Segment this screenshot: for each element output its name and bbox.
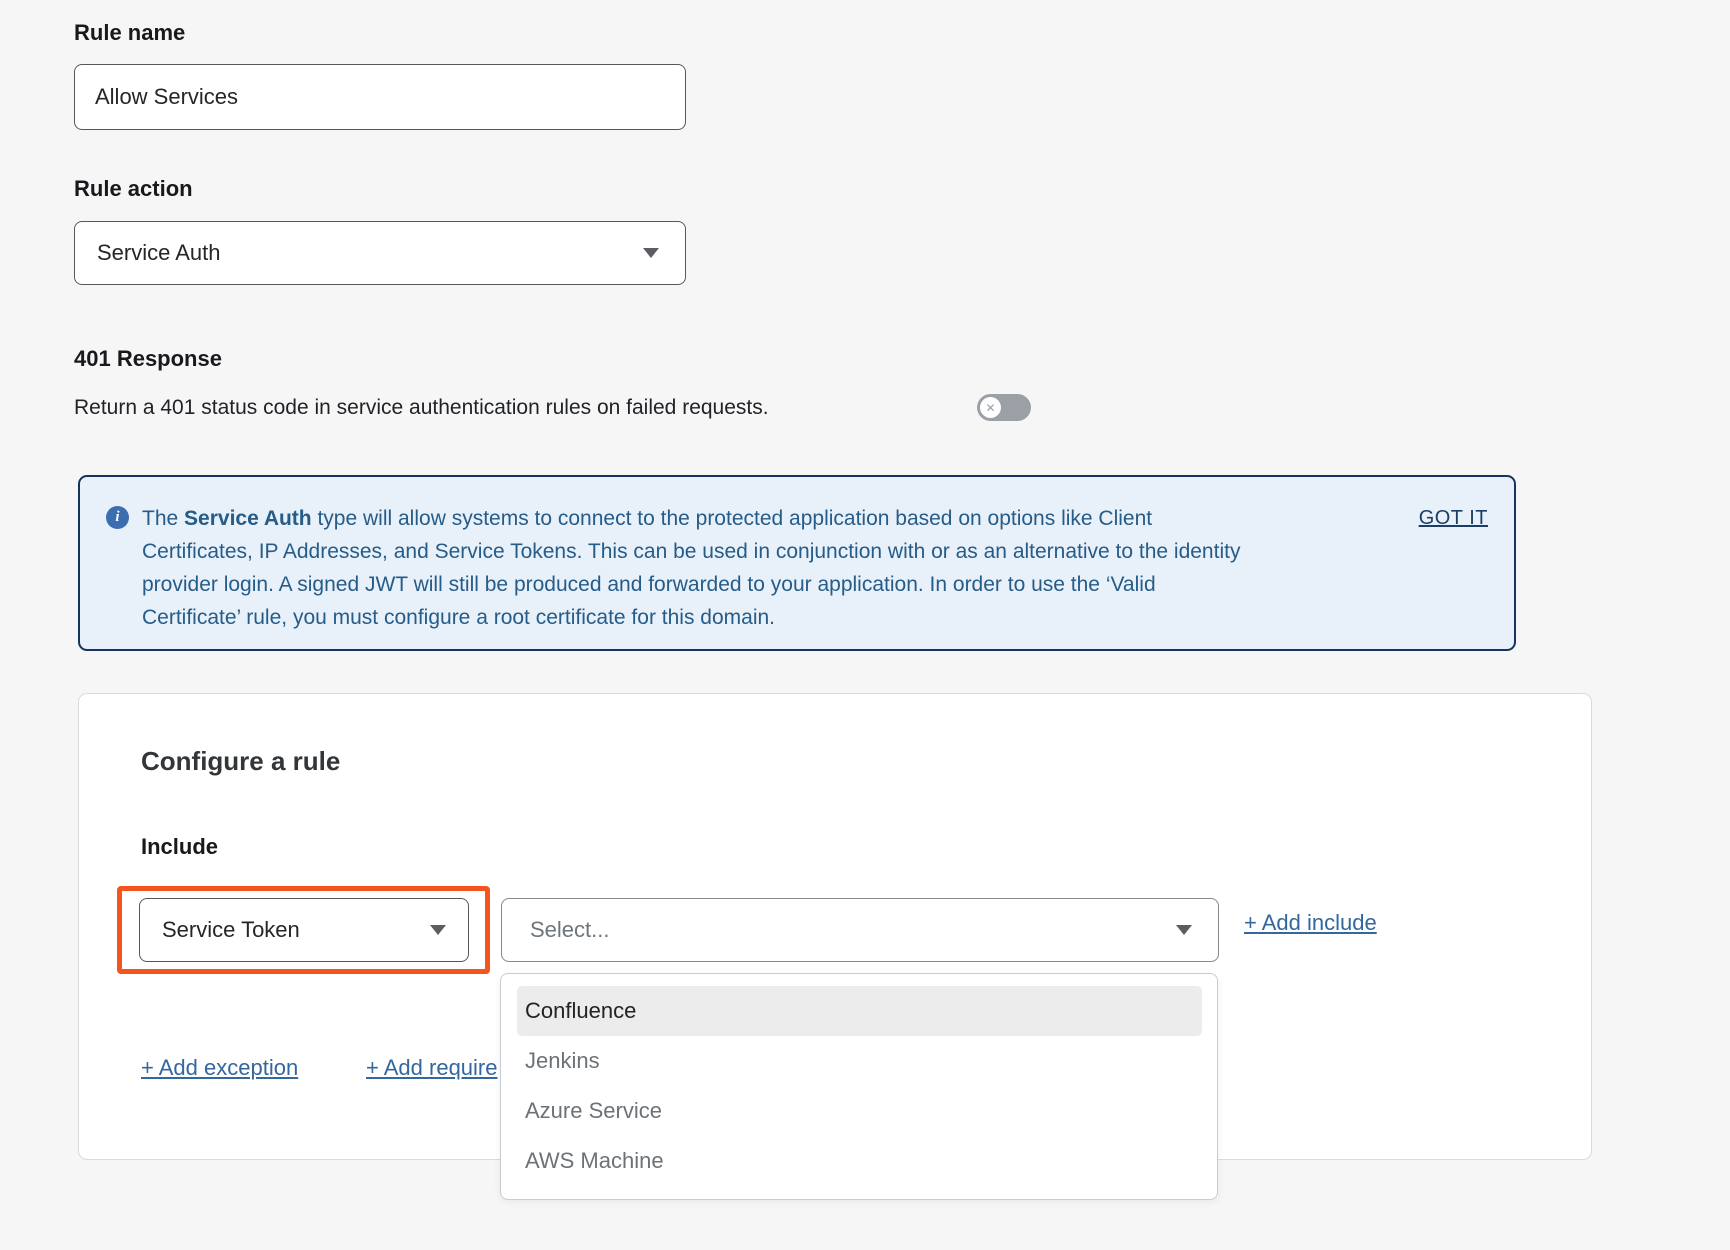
got-it-button[interactable]: GOT IT: [1419, 507, 1488, 530]
dropdown-option-aws-machine[interactable]: AWS Machine: [517, 1136, 1202, 1186]
info-line: The Service Auth type will allow systems…: [142, 502, 1402, 535]
add-require-link[interactable]: + Add require: [366, 1055, 497, 1081]
access-rule-config-page: Rule name Rule action Service Auth 401 R…: [0, 0, 1730, 1250]
include-selector-select[interactable]: Service Token: [139, 898, 469, 962]
include-label: Include: [141, 834, 218, 860]
rule-action-select[interactable]: Service Auth: [74, 221, 686, 285]
rule-action-value: Service Auth: [75, 240, 221, 266]
add-exception-link[interactable]: + Add exception: [141, 1055, 298, 1081]
response-401-heading: 401 Response: [74, 346, 222, 372]
card-title: Configure a rule: [141, 746, 340, 777]
include-selector-value: Service Token: [140, 917, 300, 943]
add-include-link[interactable]: + Add include: [1244, 910, 1377, 936]
service-auth-info-banner: i The Service Auth type will allow syste…: [78, 475, 1516, 651]
chevron-down-icon: [430, 925, 446, 935]
chevron-down-icon: [643, 248, 659, 258]
dropdown-option-jenkins[interactable]: Jenkins: [517, 1036, 1202, 1086]
include-value-placeholder: Select...: [502, 917, 609, 943]
info-icon: i: [106, 506, 129, 529]
info-banner-text: The Service Auth type will allow systems…: [142, 502, 1402, 634]
include-value-select[interactable]: Select...: [501, 898, 1219, 962]
info-line: provider login. A signed JWT will still …: [142, 568, 1402, 601]
rule-name-label: Rule name: [74, 20, 185, 46]
dropdown-option-confluence[interactable]: Confluence: [517, 986, 1202, 1036]
chevron-down-icon: [1176, 925, 1192, 935]
rule-name-input[interactable]: [74, 64, 686, 130]
toggle-off-icon: ✕: [980, 397, 1001, 418]
response-401-description: Return a 401 status code in service auth…: [74, 396, 769, 420]
response-401-toggle[interactable]: ✕: [977, 394, 1031, 421]
info-line: Certificates, IP Addresses, and Service …: [142, 535, 1402, 568]
service-token-dropdown-panel: Confluence Jenkins Azure Service AWS Mac…: [500, 973, 1218, 1200]
info-line: Certificate’ rule, you must configure a …: [142, 601, 1402, 634]
rule-action-label: Rule action: [74, 176, 193, 202]
dropdown-option-azure-service[interactable]: Azure Service: [517, 1086, 1202, 1136]
